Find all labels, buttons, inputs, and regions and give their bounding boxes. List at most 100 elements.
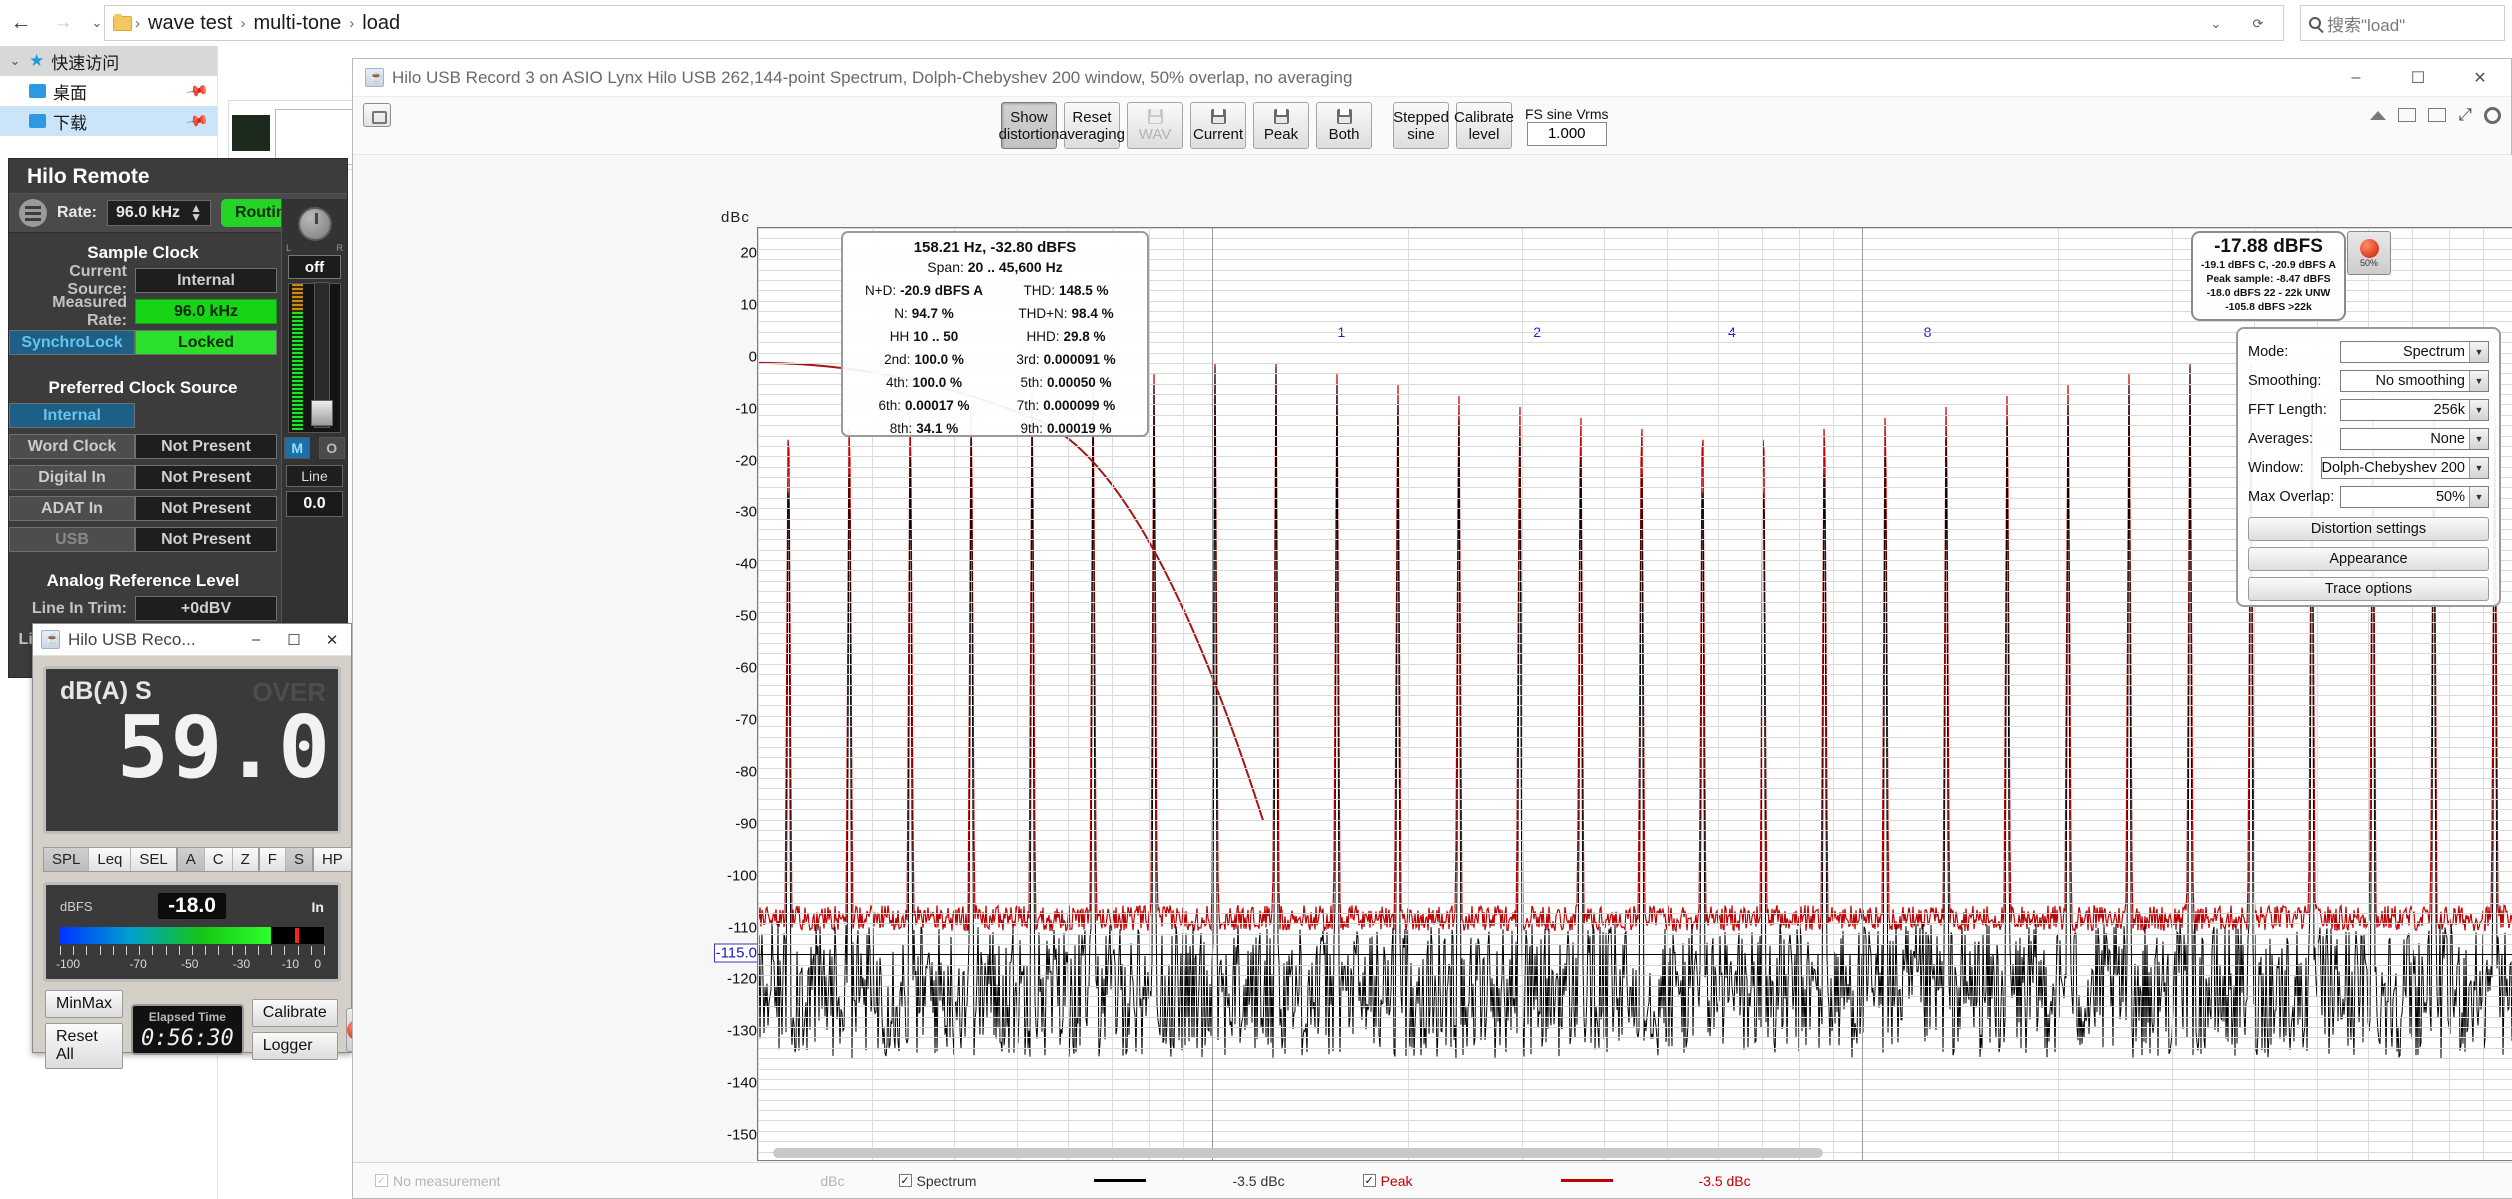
clock-source-label[interactable]: ADAT In [9, 496, 135, 521]
mute-button[interactable]: M [284, 437, 311, 459]
trace-options-button[interactable]: Trace options [2248, 577, 2489, 601]
fft-length-select[interactable]: 256k ▼ [2340, 398, 2489, 421]
chevron-down-icon[interactable]: ▼ [2469, 428, 2488, 449]
calibrate-button[interactable]: Calibrate [251, 999, 338, 1027]
refresh-icon[interactable]: ⟳ [2245, 1, 2271, 47]
clock-source-internal[interactable]: Internal [9, 402, 277, 429]
no-measurement-item[interactable]: ✓ No measurement [375, 1173, 500, 1189]
layout-icon[interactable] [2398, 108, 2417, 122]
level-tick [231, 946, 233, 955]
address-bar[interactable]: › wave test › multi-tone › load ⌄ ⟳ [104, 5, 2284, 41]
chevron-down-icon[interactable]: ▼ [2469, 341, 2488, 362]
smoothing-select[interactable]: No smoothing ▼ [2340, 369, 2489, 392]
chevron-down-icon[interactable]: ⌄ [8, 53, 22, 69]
breadcrumb-dropdown-icon[interactable]: ⌄ [2203, 1, 2229, 47]
stepper-icon[interactable]: ▲ ▼ [190, 202, 202, 223]
spl-button-slow[interactable]: S [285, 847, 312, 871]
clock-source-word-clock[interactable]: Word Clock Not Present [9, 433, 277, 460]
minimize-icon[interactable]: – [237, 624, 275, 656]
overlap-led-button[interactable]: 50% [2347, 231, 2391, 275]
distortion-settings-button[interactable]: Distortion settings [2248, 517, 2489, 541]
minimize-icon[interactable]: – [2325, 59, 2387, 97]
forward-button[interactable]: → [42, 0, 84, 46]
chevron-down-icon[interactable]: ▼ [2469, 486, 2488, 507]
clock-source-digital-in[interactable]: Digital In Not Present [9, 464, 277, 491]
sidebar-item-quick-access[interactable]: ⌄ ★ 快速访问 [0, 46, 217, 76]
peak-trace-toggle[interactable]: ✓ Peak [1362, 1173, 1413, 1189]
window-select[interactable]: Dolph-Chebyshev 200 ▼ [2320, 456, 2489, 479]
stepped-sine-button[interactable]: Stepped sine [1393, 102, 1449, 149]
save-both-button[interactable]: Both [1316, 102, 1372, 149]
spl-mode-group[interactable]: SPL Leq SEL [43, 846, 177, 872]
mode-select[interactable]: Spectrum ▼ [2340, 340, 2489, 363]
panels-icon[interactable] [2428, 108, 2447, 122]
close-icon[interactable]: ✕ [313, 624, 351, 656]
pan-off-button[interactable]: off [288, 255, 341, 279]
max-overlap-select[interactable]: 50% ▼ [2340, 485, 2489, 508]
spl-hp-group[interactable]: HP [312, 846, 352, 872]
menu-icon[interactable] [19, 199, 47, 227]
chevron-down-icon[interactable]: ▼ [2469, 399, 2488, 420]
fader-handle[interactable] [311, 400, 333, 426]
line-input-selector[interactable]: Line [286, 465, 343, 487]
search-input[interactable]: 搜索"load" [2300, 5, 2505, 41]
spl-button-hp[interactable]: HP [313, 847, 351, 871]
clock-source-label[interactable]: Word Clock [9, 434, 135, 459]
fs-sine-input[interactable]: 1.000 [1526, 121, 1607, 146]
spl-button-leq[interactable]: Leq [89, 847, 132, 871]
reset-all-button[interactable]: Reset All [45, 1023, 124, 1069]
line-in-trim-row[interactable]: Line In Trim: +0dBV [9, 595, 277, 622]
breadcrumb-item-1[interactable]: multi-tone [248, 12, 346, 35]
calibrate-level-button[interactable]: Calibrate level [1454, 102, 1514, 149]
reset-averaging-button[interactable]: Reset averaging [1059, 102, 1125, 149]
screenshot-icon[interactable] [363, 103, 391, 127]
minmax-button[interactable]: MinMax [45, 990, 124, 1018]
solo-button[interactable]: O [318, 437, 345, 459]
spl-button-spl[interactable]: SPL [44, 847, 90, 871]
checkbox-icon[interactable]: ✓ [375, 1174, 388, 1187]
maximize-icon[interactable]: ☐ [2387, 59, 2449, 97]
y-axis-cursor-readout[interactable]: -115.0 [713, 943, 759, 963]
rate-select[interactable]: 96.0 kHz ▲ ▼ [107, 200, 211, 226]
spl-button-c[interactable]: C [204, 847, 233, 871]
sidebar-item-downloads[interactable]: 下载 📌 [0, 106, 217, 136]
spectrum-trace-toggle[interactable]: ✓ Spectrum [898, 1173, 976, 1189]
spl-weighting-group[interactable]: A C Z [176, 846, 259, 872]
pan-knob[interactable] [297, 207, 332, 241]
pin-icon[interactable]: 📌 [185, 108, 211, 134]
chevron-down-icon[interactable]: ▼ [2469, 370, 2488, 391]
checkbox-icon[interactable]: ✓ [1362, 1174, 1376, 1187]
checkbox-icon[interactable]: ✓ [898, 1174, 912, 1187]
spl-button-sel[interactable]: SEL [131, 847, 176, 871]
close-icon[interactable]: ✕ [2449, 59, 2511, 97]
maximize-icon[interactable]: ☐ [275, 624, 313, 656]
save-peak-button[interactable]: Peak [1253, 102, 1309, 149]
spl-button-z[interactable]: Z [232, 847, 258, 871]
sidebar-item-desktop[interactable]: 桌面 📌 [0, 76, 217, 106]
chevron-down-icon[interactable]: ▼ [2469, 457, 2488, 478]
averages-select[interactable]: None ▼ [2340, 427, 2489, 450]
spl-button-fast[interactable]: F [259, 847, 286, 871]
pin-icon[interactable]: 📌 [185, 78, 211, 104]
horizontal-scrollbar[interactable] [773, 1148, 1823, 1158]
line-in-trim-value[interactable]: +0dBV [135, 596, 277, 621]
clock-source-label[interactable]: Internal [9, 403, 135, 428]
analyzer-title-bar[interactable]: Hilo USB Record 3 on ASIO Lynx Hilo USB … [353, 59, 2511, 97]
gear-icon[interactable] [2484, 106, 2501, 124]
show-distortion-button[interactable]: Show distortion [999, 102, 1059, 149]
appearance-button[interactable]: Appearance [2248, 547, 2489, 571]
logger-button[interactable]: Logger [251, 1032, 338, 1060]
gain-value[interactable]: 0.0 [286, 491, 343, 517]
fullscreen-icon[interactable]: ⤢ [2458, 105, 2472, 125]
save-current-button[interactable]: Current [1190, 102, 1246, 149]
synchrolock-button[interactable]: SynchroLock [9, 330, 135, 355]
speaker-icon[interactable] [2370, 110, 2387, 120]
back-button[interactable]: ← [0, 0, 42, 46]
clock-source-label[interactable]: Digital In [9, 465, 135, 490]
clock-source-adat-in[interactable]: ADAT In Not Present [9, 495, 277, 522]
spl-speed-group[interactable]: F S [258, 846, 313, 872]
breadcrumb-item-2[interactable]: load [357, 12, 405, 35]
breadcrumb-item-0[interactable]: wave test [143, 12, 237, 35]
spl-button-a[interactable]: A [177, 847, 205, 871]
spl-title-bar[interactable]: Hilo USB Reco... – ☐ ✕ [33, 624, 351, 656]
